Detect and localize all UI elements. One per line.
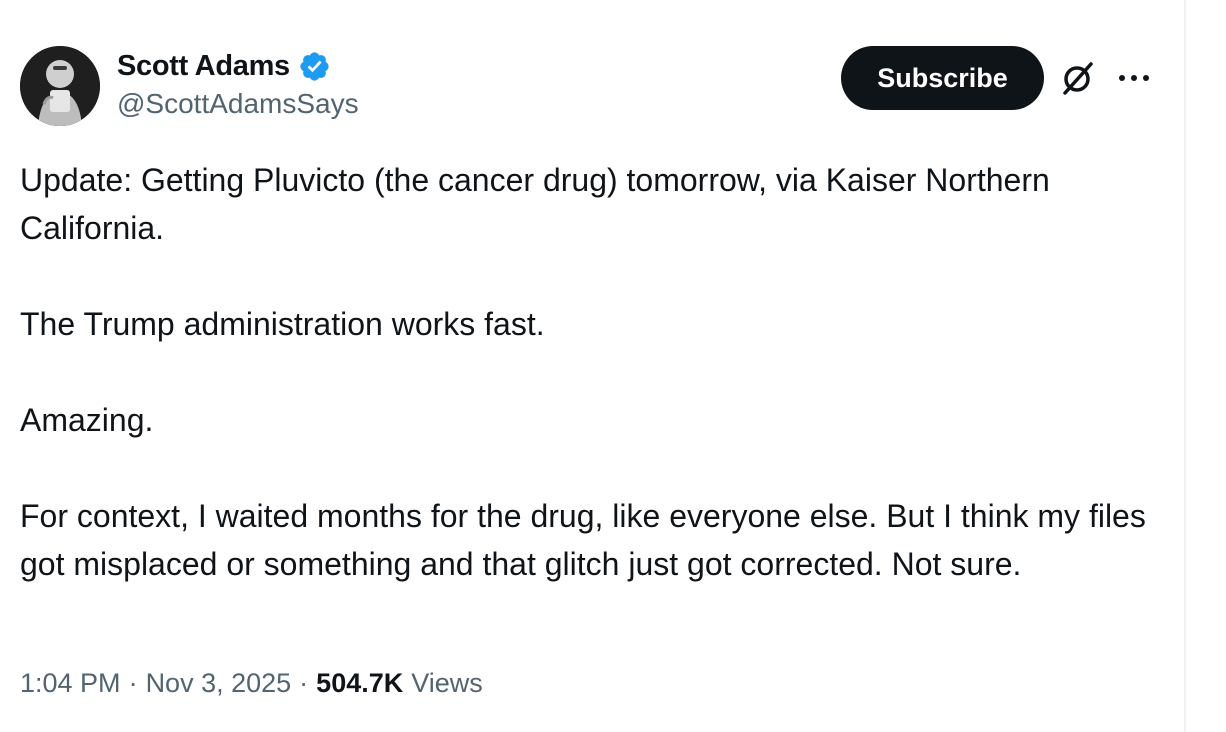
- author-avatar[interactable]: [20, 46, 100, 126]
- author-name-row: Scott Adams: [117, 47, 331, 85]
- tweet-paragraph: Amazing.: [20, 402, 154, 438]
- author-handle[interactable]: @ScottAdamsSays: [117, 88, 359, 120]
- tweet-paragraph: For context, I waited months for the dru…: [20, 498, 1146, 582]
- grok-icon[interactable]: [1058, 58, 1098, 98]
- column-divider: [1184, 0, 1186, 732]
- views-count[interactable]: 504.7K: [316, 668, 403, 699]
- meta-separator: ·: [128, 668, 138, 698]
- tweet-text: Update: Getting Pluvicto (the cancer dru…: [20, 156, 1170, 588]
- author-name[interactable]: Scott Adams: [117, 50, 290, 83]
- verified-badge-icon: [298, 50, 331, 83]
- tweet-paragraph: The Trump administration works fast.: [20, 306, 545, 342]
- tweet-time[interactable]: 1:04 PM: [20, 668, 121, 699]
- views-label: Views: [411, 668, 483, 698]
- subscribe-button[interactable]: Subscribe: [841, 46, 1044, 110]
- tweet-paragraph: Update: Getting Pluvicto (the cancer dru…: [20, 162, 1050, 246]
- tweet-page: Scott Adams @ScottAdamsSays Subscribe Up…: [0, 0, 1226, 732]
- tweet-metadata: 1:04 PM · Nov 3, 2025 · 504.7K Views: [20, 668, 483, 699]
- tweet-date[interactable]: Nov 3, 2025: [146, 668, 292, 699]
- avatar-photo-icon: [20, 46, 100, 126]
- meta-separator: ·: [299, 668, 309, 698]
- more-options-icon[interactable]: [1114, 60, 1154, 96]
